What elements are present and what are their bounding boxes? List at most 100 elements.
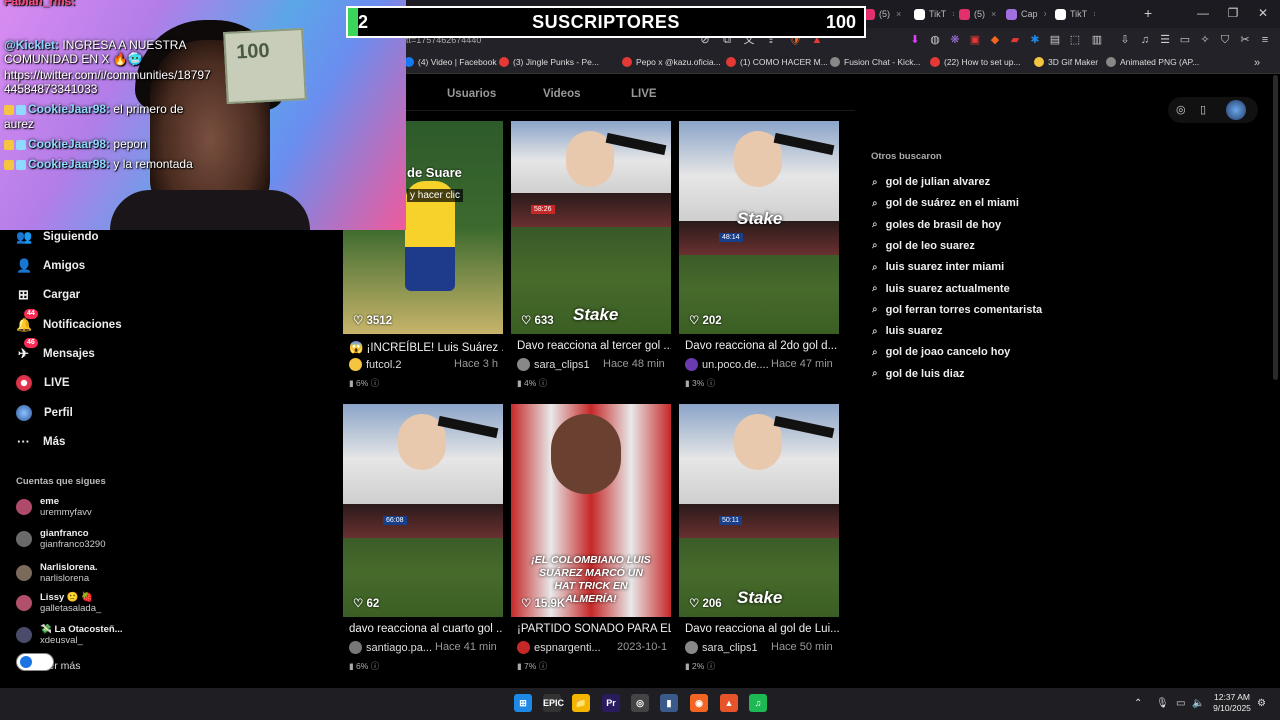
taskbar-app[interactable]: 📁 xyxy=(572,694,590,712)
taskbar-app[interactable]: ♫ xyxy=(749,694,767,712)
info-icon[interactable]: ⓘ xyxy=(536,661,548,671)
extension-icon[interactable]: ▤ xyxy=(1048,33,1062,47)
mobile-icon[interactable]: ▯ xyxy=(1200,103,1206,116)
sidebar-item-perfil[interactable]: ● Perfil xyxy=(16,405,73,421)
video-card[interactable]: ¡EL COLOMBIANO LUIS SUÁREZ MARCÓ UN HAT … xyxy=(511,404,671,674)
video-title[interactable]: Davo reacciona al gol de Lui... xyxy=(685,623,839,635)
close-tab-icon[interactable]: × xyxy=(991,9,996,19)
video-thumbnail[interactable]: 66:08 xyxy=(343,404,503,617)
video-thumbnail[interactable]: 50:11 Stake xyxy=(679,404,839,617)
followed-account[interactable]: 💸 La Otacosteñ... xdeusval_ xyxy=(16,624,123,646)
reading-list-icon[interactable]: ☰ xyxy=(1158,33,1172,47)
compass-icon[interactable]: ◎ xyxy=(1176,103,1186,116)
chevron-right-icon[interactable]: » xyxy=(1250,56,1264,70)
video-author[interactable]: futcol.2 xyxy=(349,358,401,371)
video-author[interactable]: santiago.pa... xyxy=(349,641,432,654)
media-icon[interactable]: ♫ xyxy=(1138,33,1152,47)
video-thumbnail[interactable]: 58:26 Stake xyxy=(511,121,671,334)
taskbar-app[interactable]: ▮ xyxy=(660,694,678,712)
tray-chevron-icon[interactable]: ⌃ xyxy=(1134,698,1142,709)
browser-tab[interactable]: TikT × xyxy=(1051,3,1095,25)
video-author[interactable]: espnargenti... xyxy=(517,641,601,654)
info-icon[interactable]: ⓘ xyxy=(704,661,716,671)
bookmark-item[interactable]: Fusion Chat - Kick... xyxy=(830,57,921,67)
extensions-puzzle-icon[interactable]: ⬚ xyxy=(1068,33,1082,47)
followed-account[interactable]: Narlislorena. narlislorena xyxy=(16,562,98,584)
leo-icon[interactable]: ✧ xyxy=(1198,33,1212,47)
taskbar-app[interactable]: EPIC xyxy=(543,694,564,712)
followed-account[interactable]: eme uremmyfavv xyxy=(16,496,92,518)
tab-videos[interactable]: Videos xyxy=(543,88,581,100)
downloads-icon[interactable]: ⇩ xyxy=(1118,33,1132,47)
followed-account[interactable]: Lissy 🙂 🍓 galletasalada_ xyxy=(16,592,101,614)
new-tab-button[interactable]: + xyxy=(1144,5,1152,21)
video-title[interactable]: Davo reacciona al 2do gol d... xyxy=(685,340,839,352)
suggestion-item[interactable]: ⌕ gol de suárez en el miami xyxy=(872,197,1019,209)
sidebar-item-notificaciones[interactable]: 🔔 44 Notificaciones xyxy=(16,309,122,332)
close-tab-icon[interactable]: × xyxy=(896,9,901,19)
close-tab-icon[interactable]: × xyxy=(1093,9,1095,19)
video-thumbnail[interactable]: 48:14 Stake xyxy=(679,121,839,334)
taskbar-app[interactable]: Pr xyxy=(602,694,620,712)
video-title[interactable]: 😱 ¡INCREÍBLE! Luis Suárez ... xyxy=(349,340,503,354)
close-tab-icon[interactable]: × xyxy=(952,9,954,19)
scrollbar[interactable] xyxy=(1273,75,1278,380)
video-title[interactable]: davo reacciona al cuarto gol ... xyxy=(349,623,503,635)
extension-icon[interactable]: ◍ xyxy=(928,33,942,47)
sidebar-item-mensajes[interactable]: ✈ 46 Mensajes xyxy=(16,338,95,361)
microphone-icon[interactable]: 🎙 xyxy=(1156,698,1169,709)
bookmark-item[interactable]: Animated PNG (AP... xyxy=(1106,57,1199,67)
system-clock[interactable]: 12:37 AM 9/10/2025 xyxy=(1204,692,1260,714)
info-icon[interactable]: ⓘ xyxy=(368,378,380,388)
bookmark-item[interactable]: (3) Jingle Punks - Pe... xyxy=(499,57,599,67)
taskbar-app[interactable]: ⊞ xyxy=(514,694,532,712)
video-card[interactable]: 58:26 Stake ♡ 633 Davo reacciona al tercer … xyxy=(511,121,671,391)
video-thumbnail[interactable]: ¡EL COLOMBIANO LUIS SUÁREZ MARCÓ UN HAT … xyxy=(511,404,671,617)
info-icon[interactable]: ⓘ xyxy=(368,661,380,671)
extension-icon[interactable]: ▣ xyxy=(968,33,982,47)
avatar[interactable] xyxy=(1226,100,1246,120)
extension-icon[interactable]: ◆ xyxy=(988,33,1002,47)
suggestion-item[interactable]: ⌕ gol de leo suarez xyxy=(872,240,975,252)
taskbar-app[interactable]: ▲ xyxy=(720,694,738,712)
video-author[interactable]: un.poco.de.... xyxy=(685,358,769,371)
video-author[interactable]: sara_clips1 xyxy=(517,358,590,371)
bookmark-item[interactable]: (4) Video | Facebook xyxy=(404,57,497,67)
suggestion-item[interactable]: ⌕ luis suarez actualmente xyxy=(872,283,1010,295)
notifications-tray-icon[interactable]: ⚙ xyxy=(1257,698,1266,709)
maximize-button[interactable]: ❐ xyxy=(1225,6,1241,20)
video-card[interactable]: 50:11 Stake ♡ 206 Davo reacciona al gol de … xyxy=(679,404,839,674)
vpn-icon[interactable]: ⛉ xyxy=(1218,33,1232,47)
tab-live[interactable]: LIVE xyxy=(631,88,657,100)
toggle-switch[interactable] xyxy=(16,653,54,671)
bookmark-item[interactable]: 3D Gif Maker xyxy=(1034,57,1098,67)
video-title[interactable]: Davo reacciona al tercer gol ... xyxy=(517,340,671,352)
suggestion-item[interactable]: ⌕ gol ferran torres comentarista xyxy=(872,304,1042,316)
bookmark-item[interactable]: (22) How to set up... xyxy=(930,57,1021,67)
video-card[interactable]: 66:08 ♡ 62 davo reacciona al cuarto gol ..… xyxy=(343,404,503,674)
video-author[interactable]: sara_clips1 xyxy=(685,641,758,654)
suggestion-item[interactable]: ⌕ luis suarez inter miami xyxy=(872,261,1004,273)
extension-icon[interactable]: ❋ xyxy=(948,33,962,47)
video-title[interactable]: ¡PARTIDO SOÑADO PARA EL... xyxy=(517,623,671,635)
wallet-icon[interactable]: ▭ xyxy=(1178,33,1192,47)
browser-tab[interactable]: Cap × xyxy=(1002,3,1046,25)
video-card[interactable]: 48:14 Stake ♡ 202 Davo reacciona al 2do gol… xyxy=(679,121,839,391)
browser-tab[interactable]: (5) × xyxy=(955,3,999,25)
sidebar-item-cargar[interactable]: ⊞ Cargar xyxy=(16,287,80,302)
close-tab-icon[interactable]: × xyxy=(1044,9,1046,19)
taskbar-app[interactable]: ◉ xyxy=(690,694,708,712)
suggestion-item[interactable]: ⌕ gol de joao cancelo hoy xyxy=(872,346,1010,358)
browser-tab[interactable]: (5) × xyxy=(860,3,904,25)
suggestion-item[interactable]: ⌕ gol de luis diaz xyxy=(872,368,964,380)
network-icon[interactable]: ▭ xyxy=(1176,698,1185,709)
suggestion-item[interactable]: ⌕ luis suarez xyxy=(872,325,942,337)
sidebar-item-live[interactable]: ● LIVE xyxy=(16,375,70,391)
sidebar-item-siguiendo[interactable]: 👥 Siguiendo xyxy=(16,229,99,244)
tab-users[interactable]: Usuarios xyxy=(447,88,496,100)
tools-icon[interactable]: ✂ xyxy=(1238,33,1252,47)
menu-icon[interactable]: ≡ xyxy=(1258,33,1272,47)
browser-tab[interactable]: TikT × xyxy=(910,3,954,25)
taskbar-app[interactable]: ◎ xyxy=(631,694,649,712)
sidebar-item-amigos[interactable]: 👤 Amigos xyxy=(16,258,85,273)
